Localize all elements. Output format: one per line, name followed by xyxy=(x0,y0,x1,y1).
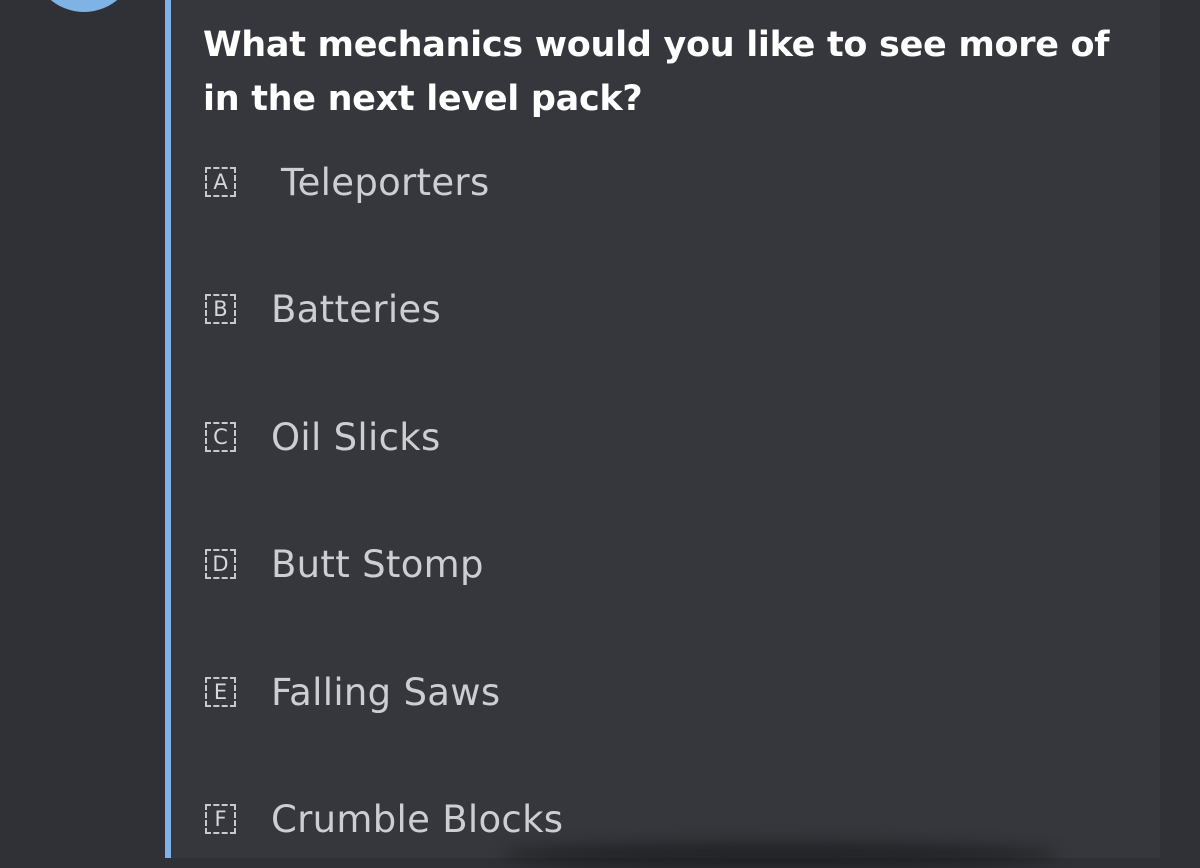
poll-option-label: Batteries xyxy=(271,287,442,331)
letter-d-icon: D xyxy=(205,549,236,579)
poll-option-label: Teleporters xyxy=(281,160,490,204)
poll-option-a[interactable]: A Teleporters xyxy=(205,155,490,209)
letter-f-icon: F xyxy=(205,804,236,834)
letter-e-icon: E xyxy=(205,677,236,707)
poll-option-b[interactable]: B Batteries xyxy=(205,282,441,336)
letter-c-icon: C xyxy=(205,422,236,452)
shadow xyxy=(500,842,1060,868)
poll-option-f[interactable]: F Crumble Blocks xyxy=(205,792,563,846)
letter-b-icon: B xyxy=(205,294,236,324)
avatar[interactable] xyxy=(32,0,136,12)
poll-option-e[interactable]: E Falling Saws xyxy=(205,665,500,719)
poll-option-d[interactable]: D Butt Stomp xyxy=(205,537,484,591)
letter-a-icon: A xyxy=(205,167,236,197)
poll-option-label: Oil Slicks xyxy=(271,415,441,459)
poll-question: What mechanics would you like to see mor… xyxy=(203,25,1110,119)
poll-option-label: Crumble Blocks xyxy=(271,797,564,841)
poll-option-label: Falling Saws xyxy=(271,670,501,714)
poll-option-c[interactable]: C Oil Slicks xyxy=(205,410,441,464)
poll-option-label: Butt Stomp xyxy=(271,542,484,586)
